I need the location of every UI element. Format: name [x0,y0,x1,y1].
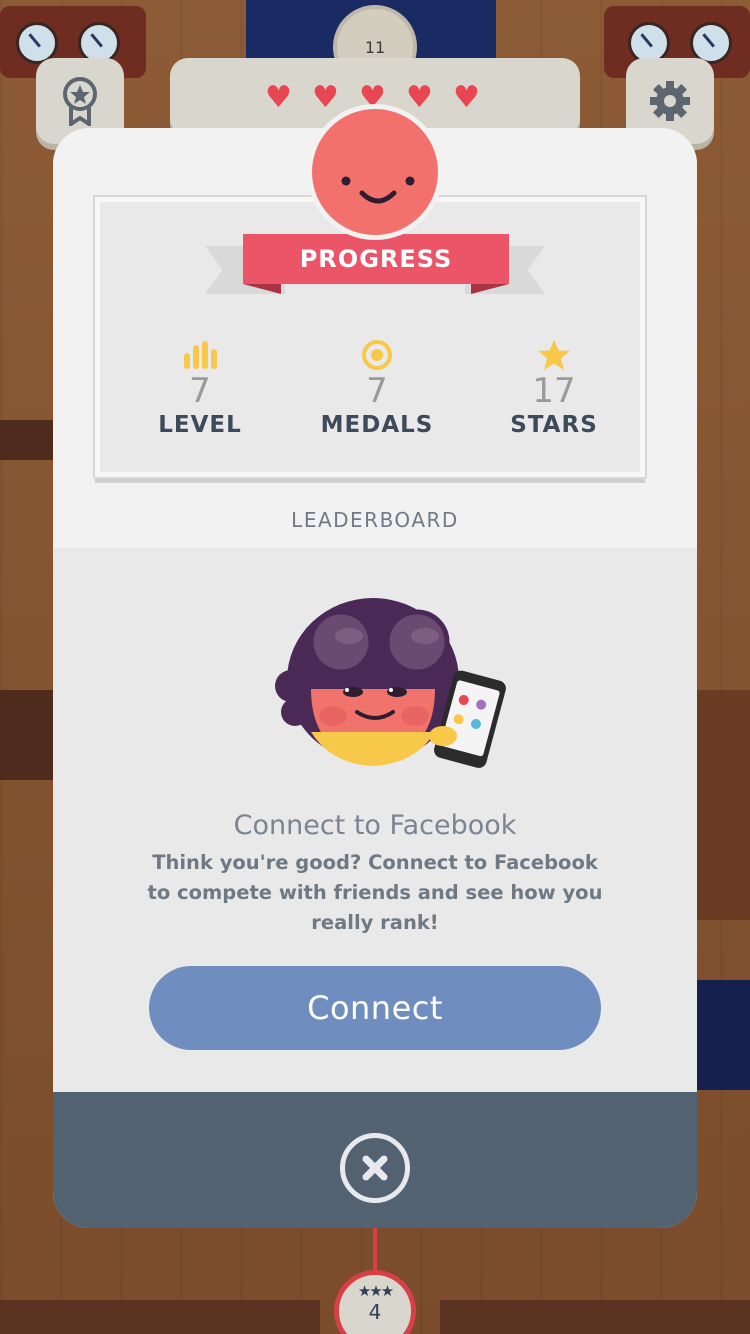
ribbon-medal-icon [63,77,97,126]
stars-value: 17 [532,371,576,411]
bars-icon [115,338,285,372]
shelf [697,980,750,1090]
shelf [697,690,750,920]
leaderboard-heading: LEADERBOARD [291,508,459,532]
stat-level: 7 LEVEL [115,338,285,438]
shelf [440,1300,750,1334]
shelf [0,690,55,780]
connect-label: Connect [307,989,443,1027]
current-level-number: 4 [368,1300,382,1324]
close-button[interactable] [340,1133,410,1203]
heart-icon: ♥ [453,80,480,115]
level-thread [373,1225,377,1275]
star-icon [469,338,639,372]
shelf [0,1300,320,1334]
character-with-phone-illustration [275,598,506,768]
progress-modal: PROGRESS 7 LEVEL 7 MEDALS 17 STARS LEADE… [53,128,697,1228]
facebook-title: Connect to Facebook [233,810,517,841]
shelf [0,420,55,460]
progress-title: PROGRESS [299,245,453,273]
level-stars: ★★★ [357,1282,394,1300]
connect-button[interactable]: Connect [149,966,601,1050]
medals-value: 7 [366,371,388,411]
level-dial-number: 11 [364,37,386,57]
level-label: LEVEL [158,412,242,438]
gear-icon [650,81,690,121]
facebook-description: Think you're good? Connect to Facebook t… [147,851,603,934]
level-value: 7 [189,371,211,411]
smiley-face-icon [312,109,438,235]
stat-stars: 17 STARS [469,338,639,438]
stars-label: STARS [510,412,598,438]
medals-label: MEDALS [320,412,434,438]
heart-icon: ♥ [265,80,292,115]
progress-ribbon: PROGRESS [243,234,509,284]
medal-icon [292,338,462,372]
close-icon [362,1155,388,1181]
stat-medals: 7 MEDALS [292,338,462,438]
player-avatar [307,104,443,240]
